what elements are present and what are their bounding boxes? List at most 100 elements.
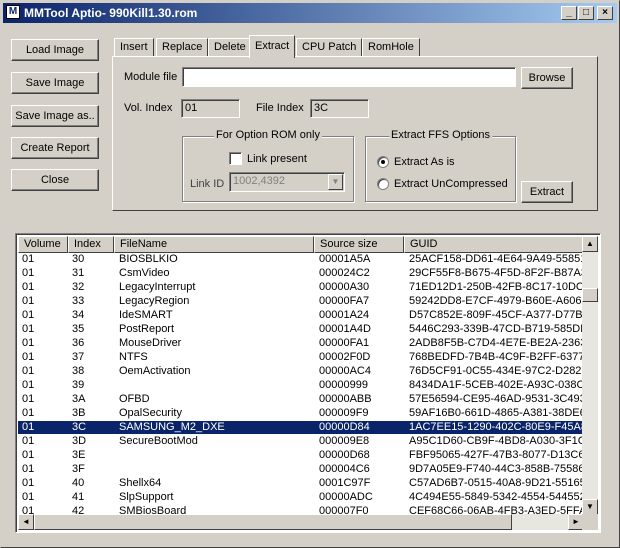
link-present-checkbox[interactable]	[229, 152, 242, 165]
tab-insert[interactable]: Insert	[114, 38, 154, 57]
table-row[interactable]: 01 30 BIOSBLKIO 00001A5A 25ACF158-DD61-4E64-…	[18, 253, 588, 266]
extract-uncompressed-radio[interactable]	[377, 178, 389, 190]
table-cell-index: 36	[72, 337, 85, 349]
column-header-guid[interactable]: GUID	[404, 236, 588, 253]
link-present-label: Link present	[247, 153, 307, 165]
table-cell-guid: D57C852E-809F-45CF-A377-D77BC0	[409, 309, 588, 321]
table-row[interactable]: 01 3E 00000D68 FBF95065-427F-47B3-8077-D13C…	[18, 449, 588, 462]
close-window-button[interactable]: ×	[597, 6, 613, 20]
tab-cpu-patch[interactable]: CPU Patch	[296, 38, 363, 57]
module-list[interactable]: Volume Index FileName Source size GUID 0…	[15, 233, 601, 533]
column-header-filename[interactable]: FileName	[114, 236, 314, 253]
table-cell-index: 3A	[72, 393, 86, 405]
column-header-volume[interactable]: Volume	[18, 236, 68, 253]
table-cell-guid: 59242DD8-E7CF-4979-B60E-A6067E	[409, 295, 588, 307]
vol-index-field: 01	[181, 99, 240, 118]
option-rom-group: For Option ROM only	[182, 129, 354, 202]
table-cell-source-size: 00000A30	[319, 281, 370, 293]
table-cell-filename: NTFS	[119, 351, 148, 363]
extract-button[interactable]: Extract	[521, 181, 573, 203]
file-index-label: File Index	[256, 102, 304, 114]
column-header-index[interactable]: Index	[68, 236, 114, 253]
table-cell-filename	[119, 379, 311, 392]
table-cell-filename: MouseDriver	[119, 337, 182, 349]
file-index-field: 3C	[310, 99, 369, 118]
table-cell-filename: OFBD	[119, 393, 150, 405]
table-cell-guid: 5446C293-339B-47CD-B719-585DE3	[409, 323, 588, 335]
horizontal-scroll-thumb[interactable]	[34, 514, 512, 530]
table-cell-source-size: 00001A5A	[319, 253, 371, 265]
browse-button[interactable]: Browse	[521, 67, 573, 89]
table-cell-index: 32	[72, 281, 85, 293]
vertical-scroll-thumb[interactable]	[582, 288, 598, 302]
close-button[interactable]: Close	[11, 169, 99, 191]
tab-romhole[interactable]: RomHole	[362, 38, 420, 57]
table-cell-index: 35	[72, 323, 85, 335]
table-cell-guid: 768BEDFD-7B4B-4C9F-B2FF-6377E3	[409, 351, 588, 363]
table-cell-filename: SecureBootMod	[119, 435, 198, 447]
table-cell-volume: 01	[22, 393, 35, 405]
table-row[interactable]: 01 32 LegacyInterrupt 00000A30 71ED12D1-250B…	[18, 281, 588, 294]
vertical-scrollbar[interactable]: ▲ ▼	[582, 236, 598, 515]
table-cell-index: 38	[72, 365, 85, 377]
maximize-button[interactable]: □	[578, 6, 594, 20]
app-icon[interactable]: M	[6, 5, 20, 19]
scroll-up-icon[interactable]: ▲	[582, 236, 598, 252]
table-cell-source-size: 00000FA7	[319, 295, 370, 307]
table-cell-volume: 01	[22, 337, 35, 349]
table-row[interactable]: 01 3A OFBD 00000ABB 57E56594-CE95-46AD-9531-…	[18, 393, 588, 406]
table-cell-source-size: 00001A24	[319, 309, 370, 321]
table-cell-index: 3C	[72, 421, 87, 433]
table-row[interactable]: 01 3C SAMSUNG_M2_DXE 00000D84 1AC7EE15-1290-…	[18, 421, 588, 434]
minimize-button[interactable]: _	[561, 6, 577, 20]
scroll-left-icon[interactable]: ◄	[18, 514, 34, 530]
table-row[interactable]: 01 35 PostReport 00001A4D 5446C293-339B-47CD…	[18, 323, 588, 336]
table-cell-index: 40	[72, 477, 85, 489]
table-row[interactable]: 01 36 MouseDriver 00000FA1 2ADB8F5B-C7D4-4E7…	[18, 337, 588, 350]
table-cell-guid: 1AC7EE15-1290-402C-80E9-F45A86	[409, 421, 588, 433]
table-cell-source-size: 000009E8	[319, 435, 370, 447]
table-row[interactable]: 01 3D SecureBootMod 000009E8 A95C1D60-CB9F-4…	[18, 435, 588, 448]
table-row[interactable]: 01 3F 000004C6 9D7A05E9-F740-44C3-858B-7558…	[18, 463, 588, 476]
save-image-button[interactable]: Save Image	[11, 72, 99, 94]
table-row[interactable]: 01 37 NTFS 00002F0D 768BEDFD-7B4B-4C9F-B2FF-…	[18, 351, 588, 364]
scroll-down-icon[interactable]: ▼	[582, 499, 598, 515]
tab-extract[interactable]: Extract	[249, 35, 296, 58]
table-cell-index: 3B	[72, 407, 86, 419]
module-file-input[interactable]	[182, 67, 516, 87]
extract-as-is-radio[interactable]	[377, 156, 389, 168]
column-header-source-size[interactable]: Source size	[314, 236, 404, 253]
table-row[interactable]: 01 40 Shellx64 0001C97F C57AD6B7-0515-40A8-9…	[18, 477, 588, 490]
table-cell-volume: 01	[22, 253, 35, 265]
load-image-button[interactable]: Load Image	[11, 39, 99, 61]
table-cell-source-size: 000009F9	[319, 407, 369, 419]
table-cell-volume: 01	[22, 323, 35, 335]
link-id-combo[interactable]: 1002,4392 ▼	[229, 172, 345, 192]
save-image-as-button[interactable]: Save Image as..	[11, 105, 99, 127]
table-row[interactable]: 01 31 CsmVideo 000024C2 29CF55F8-B675-4F5D-8…	[18, 267, 588, 280]
table-cell-guid: 29CF55F8-B675-4F5D-8F2F-B87A3E	[409, 267, 588, 279]
horizontal-scrollbar[interactable]: ◄ ►	[18, 514, 584, 530]
table-cell-index: 33	[72, 295, 85, 307]
tab-replace[interactable]: Replace	[156, 38, 209, 57]
table-row[interactable]: 01 33 LegacyRegion 00000FA7 59242DD8-E7CF-49…	[18, 295, 588, 308]
chevron-down-icon[interactable]: ▼	[328, 174, 343, 190]
table-row[interactable]: 01 3B OpalSecurity 000009F9 59AF16B0-661D-48…	[18, 407, 588, 420]
link-id-value: 1002,4392	[233, 175, 285, 187]
table-cell-volume: 01	[22, 351, 35, 363]
table-cell-guid: 4C494E55-5849-5342-4554-5445522	[409, 491, 588, 503]
table-cell-filename: SAMSUNG_M2_DXE	[119, 421, 225, 433]
extract-as-is-label: Extract As is	[394, 156, 455, 168]
create-report-button[interactable]: Create Report	[11, 137, 99, 159]
table-cell-index: 3D	[72, 435, 87, 447]
table-cell-volume: 01	[22, 309, 35, 321]
table-row[interactable]: 01 34 IdeSMART 00001A24 D57C852E-809F-45CF-A…	[18, 309, 588, 322]
title-bar[interactable]: M MMTool Aptio- 990Kill1.30.rom _ □ ×	[3, 3, 617, 23]
tab-delete[interactable]: Delete	[208, 38, 252, 57]
table-row[interactable]: 01 41 SlpSupport 00000ADC 4C494E55-5849-5342…	[18, 491, 588, 504]
table-cell-index: 3F	[72, 463, 85, 475]
table-row[interactable]: 01 38 OemActivation 00000AC4 76D5CF91-0C55-4…	[18, 365, 588, 378]
table-cell-source-size: 00000AC4	[319, 365, 371, 377]
list-header: Volume Index FileName Source size GUID	[18, 236, 588, 253]
table-row[interactable]: 01 39 00000999 8434DA1F-5CEB-402E-A93C-038C…	[18, 379, 588, 392]
